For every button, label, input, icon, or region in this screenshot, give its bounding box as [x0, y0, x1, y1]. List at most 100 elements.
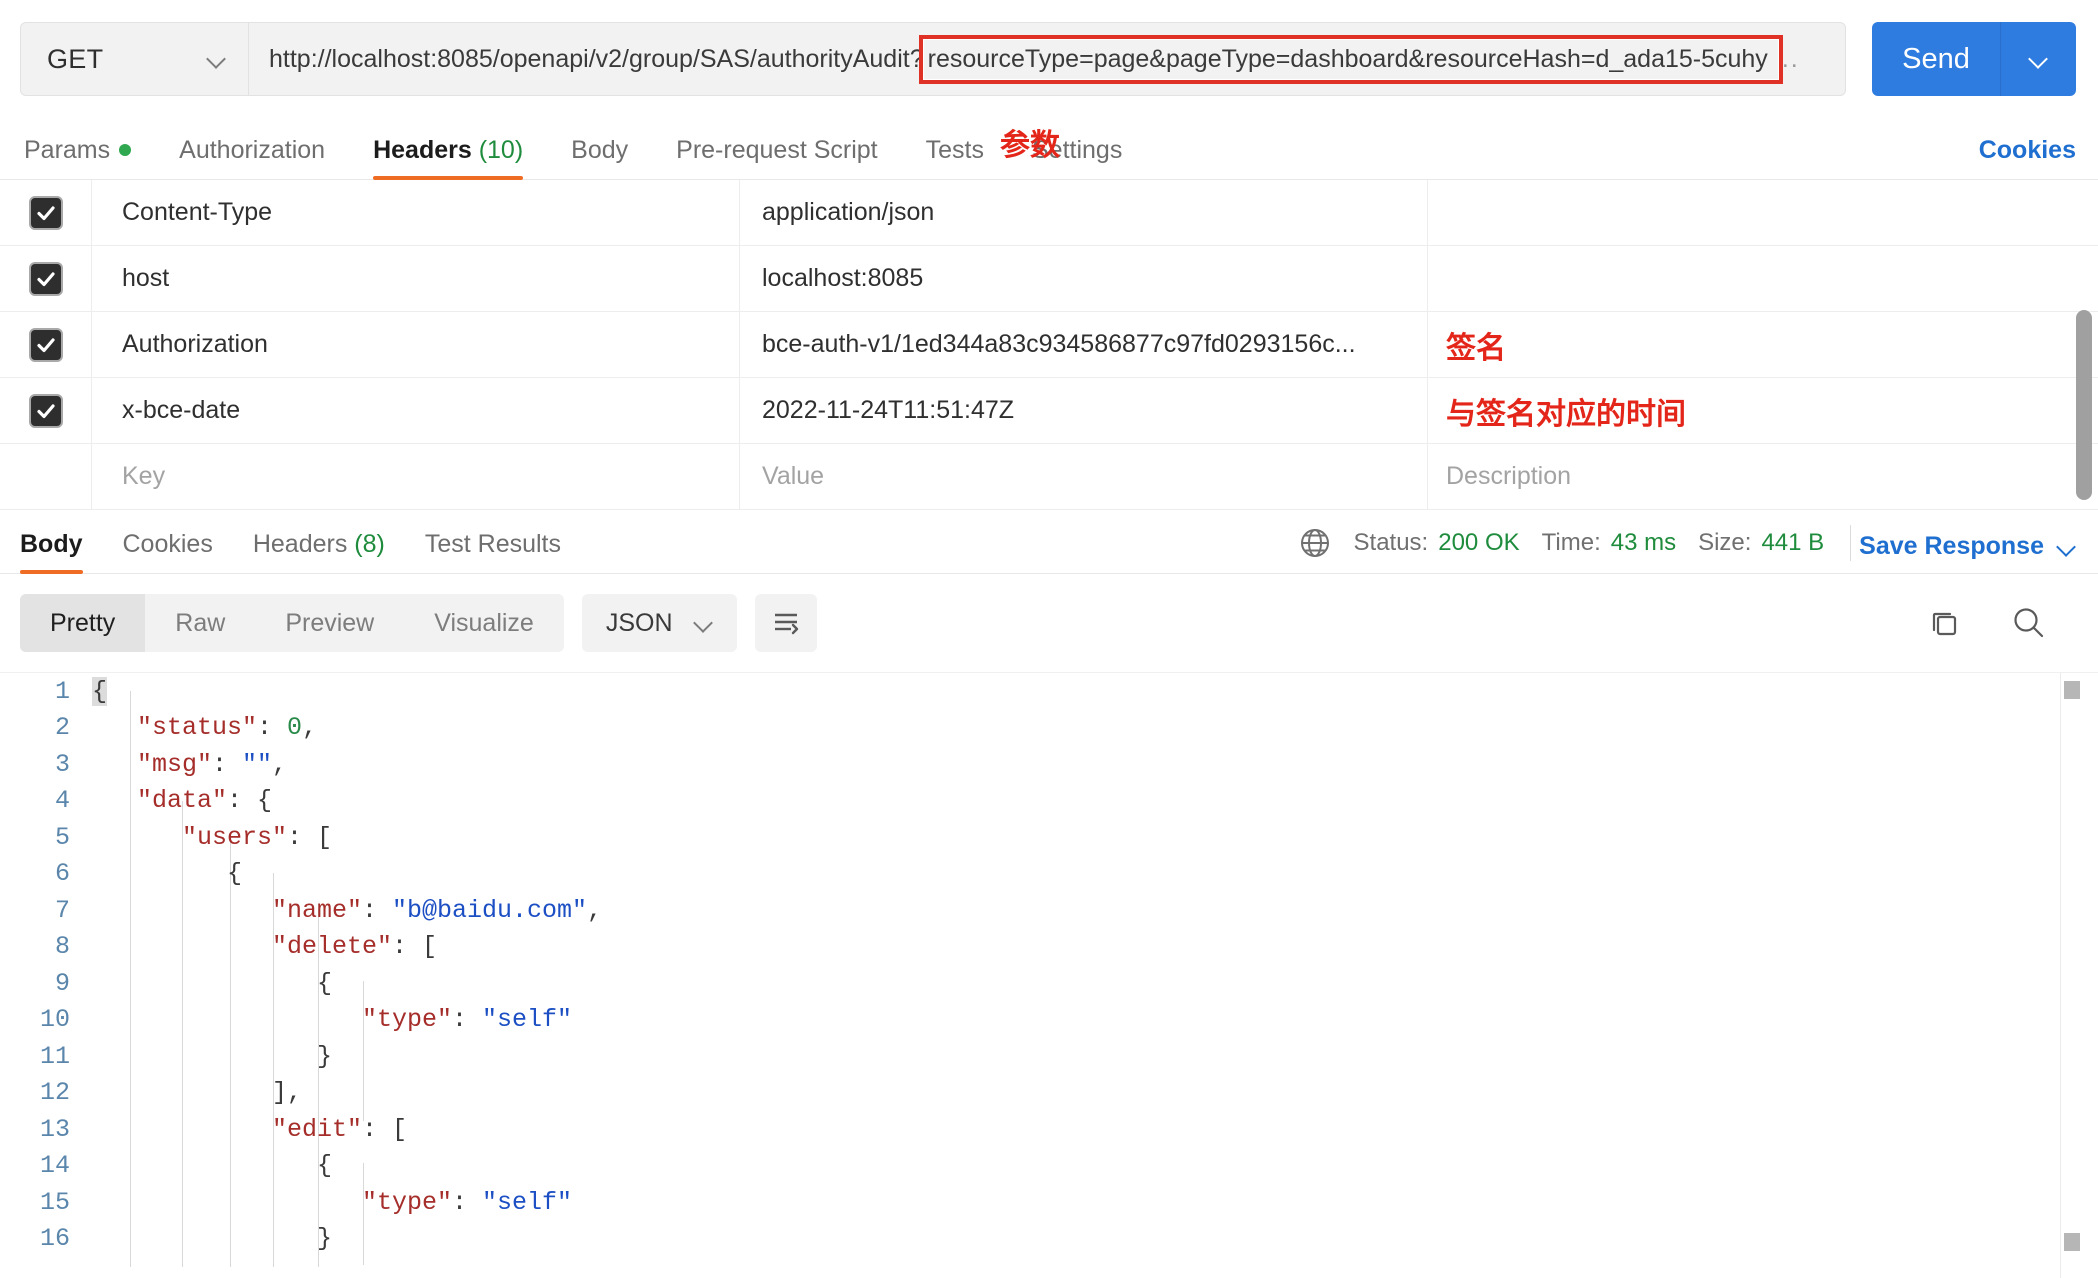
response-format-dropdown[interactable]: JSON: [581, 594, 737, 652]
time-value: 43 ms: [1610, 529, 1677, 556]
code-token: }: [317, 1041, 333, 1071]
header-key-cell[interactable]: host: [92, 245, 740, 312]
code-token: "": [242, 749, 273, 779]
headers-table-scrollbar[interactable]: [2076, 310, 2092, 500]
code-scrollbar-thumb: [2064, 681, 2080, 699]
line-number: 14: [39, 1151, 70, 1181]
header-description-cell[interactable]: 与签名对应的时间: [1428, 378, 2098, 444]
new-header-description-input[interactable]: Description: [1428, 444, 2098, 510]
save-response-button[interactable]: Save Response: [1859, 532, 2076, 573]
table-row: Authorization bce-auth-v1/1ed344a83c9345…: [0, 311, 2098, 378]
code-token: 0: [287, 713, 303, 743]
response-body-code[interactable]: 1{2 "status": 0, 3 "msg": "", 4 "data": {5 "us…: [0, 672, 2098, 1278]
header-value-cell[interactable]: bce-auth-v1/1ed344a83c934586877c97fd0293…: [740, 311, 1428, 378]
code-line: 3 "msg": "",: [0, 746, 2098, 783]
code-token: "self": [482, 1187, 573, 1217]
header-description-cell[interactable]: 签名: [1428, 312, 2098, 378]
new-header-value-input[interactable]: Value: [740, 443, 1428, 510]
row-checkbox-cell: [0, 377, 92, 444]
code-line-text[interactable]: {: [92, 1151, 332, 1180]
code-line: 12],: [0, 1075, 2098, 1112]
code-line-text[interactable]: "data": {: [92, 786, 272, 815]
checkbox-checked-icon[interactable]: [28, 327, 63, 362]
header-key-cell[interactable]: x-bce-date: [92, 377, 740, 444]
view-mode-preview[interactable]: Preview: [255, 594, 404, 652]
cookies-link[interactable]: Cookies: [1979, 136, 2076, 179]
code-line-text[interactable]: "status": 0,: [92, 713, 317, 742]
code-line-text[interactable]: "delete": [: [92, 932, 437, 961]
code-token: "type": [362, 1005, 453, 1035]
code-line: 6{: [0, 856, 2098, 893]
request-tab-bar: Params Authorization Headers (10) Body P…: [0, 118, 2098, 180]
view-mode-raw[interactable]: Raw: [145, 594, 255, 652]
tab-pre-request-script[interactable]: Pre-request Script: [676, 136, 877, 179]
globe-icon[interactable]: [1298, 526, 1332, 560]
copy-icon[interactable]: [1926, 605, 1962, 641]
header-key-cell[interactable]: Content-Type: [92, 180, 740, 246]
http-method-selector[interactable]: GET: [21, 23, 249, 95]
code-line-text[interactable]: }: [92, 1224, 332, 1253]
line-number: 6: [54, 859, 70, 889]
tab-headers[interactable]: Headers (10): [373, 136, 524, 180]
line-number: 13: [39, 1114, 70, 1144]
tab-body[interactable]: Body: [571, 136, 628, 179]
code-line-text[interactable]: {: [92, 676, 108, 706]
response-body-toolbar: Pretty Raw Preview Visualize JSON: [0, 574, 2098, 672]
code-token: "type": [362, 1187, 453, 1217]
code-token: "users": [182, 822, 288, 852]
header-description-cell[interactable]: [1428, 246, 2098, 312]
checkbox-checked-icon[interactable]: [28, 261, 63, 296]
size-value: 441 B: [1761, 529, 1825, 556]
code-line-text[interactable]: {: [92, 859, 242, 888]
code-token: {: [317, 1151, 333, 1181]
new-header-key-input[interactable]: Key: [92, 443, 740, 510]
send-options-button[interactable]: [2000, 22, 2076, 96]
row-checkbox-cell: [0, 180, 92, 246]
code-line-text[interactable]: "users": [: [92, 823, 332, 852]
response-tab-cookies[interactable]: Cookies: [123, 530, 213, 573]
url-query-highlight-box[interactable]: resourceType=page&pageType=dashboard&res…: [922, 38, 1779, 80]
code-line-text[interactable]: "name": "b@baidu.com",: [92, 896, 602, 925]
header-key-cell[interactable]: Authorization: [92, 311, 740, 378]
header-value-cell[interactable]: 2022-11-24T11:51:47Z: [740, 377, 1428, 444]
wrap-lines-button[interactable]: [754, 594, 817, 652]
header-value-cell[interactable]: localhost:8085: [740, 245, 1428, 312]
code-line-text[interactable]: ],: [92, 1078, 302, 1107]
url-input[interactable]: http://localhost:8085/openapi/v2/group/S…: [249, 23, 1845, 95]
tab-tests[interactable]: Tests: [926, 136, 984, 179]
code-token: ,: [302, 713, 318, 743]
response-tab-body[interactable]: Body: [20, 530, 83, 574]
code-line-text[interactable]: "edit": [: [92, 1115, 407, 1144]
send-button[interactable]: Send: [1872, 22, 2000, 96]
row-checkbox-cell: [0, 311, 92, 378]
code-scrollbar-track[interactable]: [2060, 673, 2080, 1278]
code-line-text[interactable]: "msg": "",: [92, 750, 287, 779]
code-line-text[interactable]: {: [92, 969, 332, 998]
code-line-text[interactable]: "type": "self": [92, 1188, 572, 1217]
code-token: "status": [137, 713, 258, 743]
response-tab-test-results[interactable]: Test Results: [425, 530, 561, 573]
code-line: 9{: [0, 965, 2098, 1002]
line-number: 1: [54, 676, 70, 706]
table-row: host localhost:8085: [0, 245, 2098, 312]
code-line-text[interactable]: }: [92, 1042, 332, 1071]
response-tab-headers[interactable]: Headers (8): [253, 530, 385, 573]
status-value: 200 OK: [1438, 529, 1520, 556]
line-number: 4: [54, 786, 70, 816]
code-token: ,: [272, 749, 288, 779]
line-number: 15: [39, 1187, 70, 1217]
header-value-cell[interactable]: application/json: [740, 180, 1428, 246]
code-line-text[interactable]: "type": "self": [92, 1005, 572, 1034]
view-mode-visualize[interactable]: Visualize: [404, 594, 564, 652]
tab-params[interactable]: Params: [24, 136, 132, 179]
code-token: : [: [287, 822, 333, 852]
tab-tests-label: Tests: [925, 136, 984, 164]
annotation-signature-time: 与签名对应的时间: [1446, 396, 1686, 432]
meta-divider: [1850, 525, 1852, 561]
tab-authorization[interactable]: Authorization: [179, 136, 325, 179]
view-mode-pretty[interactable]: Pretty: [20, 594, 146, 652]
checkbox-checked-icon[interactable]: [28, 393, 63, 428]
header-description-cell[interactable]: [1428, 180, 2098, 246]
checkbox-checked-icon[interactable]: [28, 195, 63, 230]
search-icon[interactable]: [2010, 604, 2048, 642]
